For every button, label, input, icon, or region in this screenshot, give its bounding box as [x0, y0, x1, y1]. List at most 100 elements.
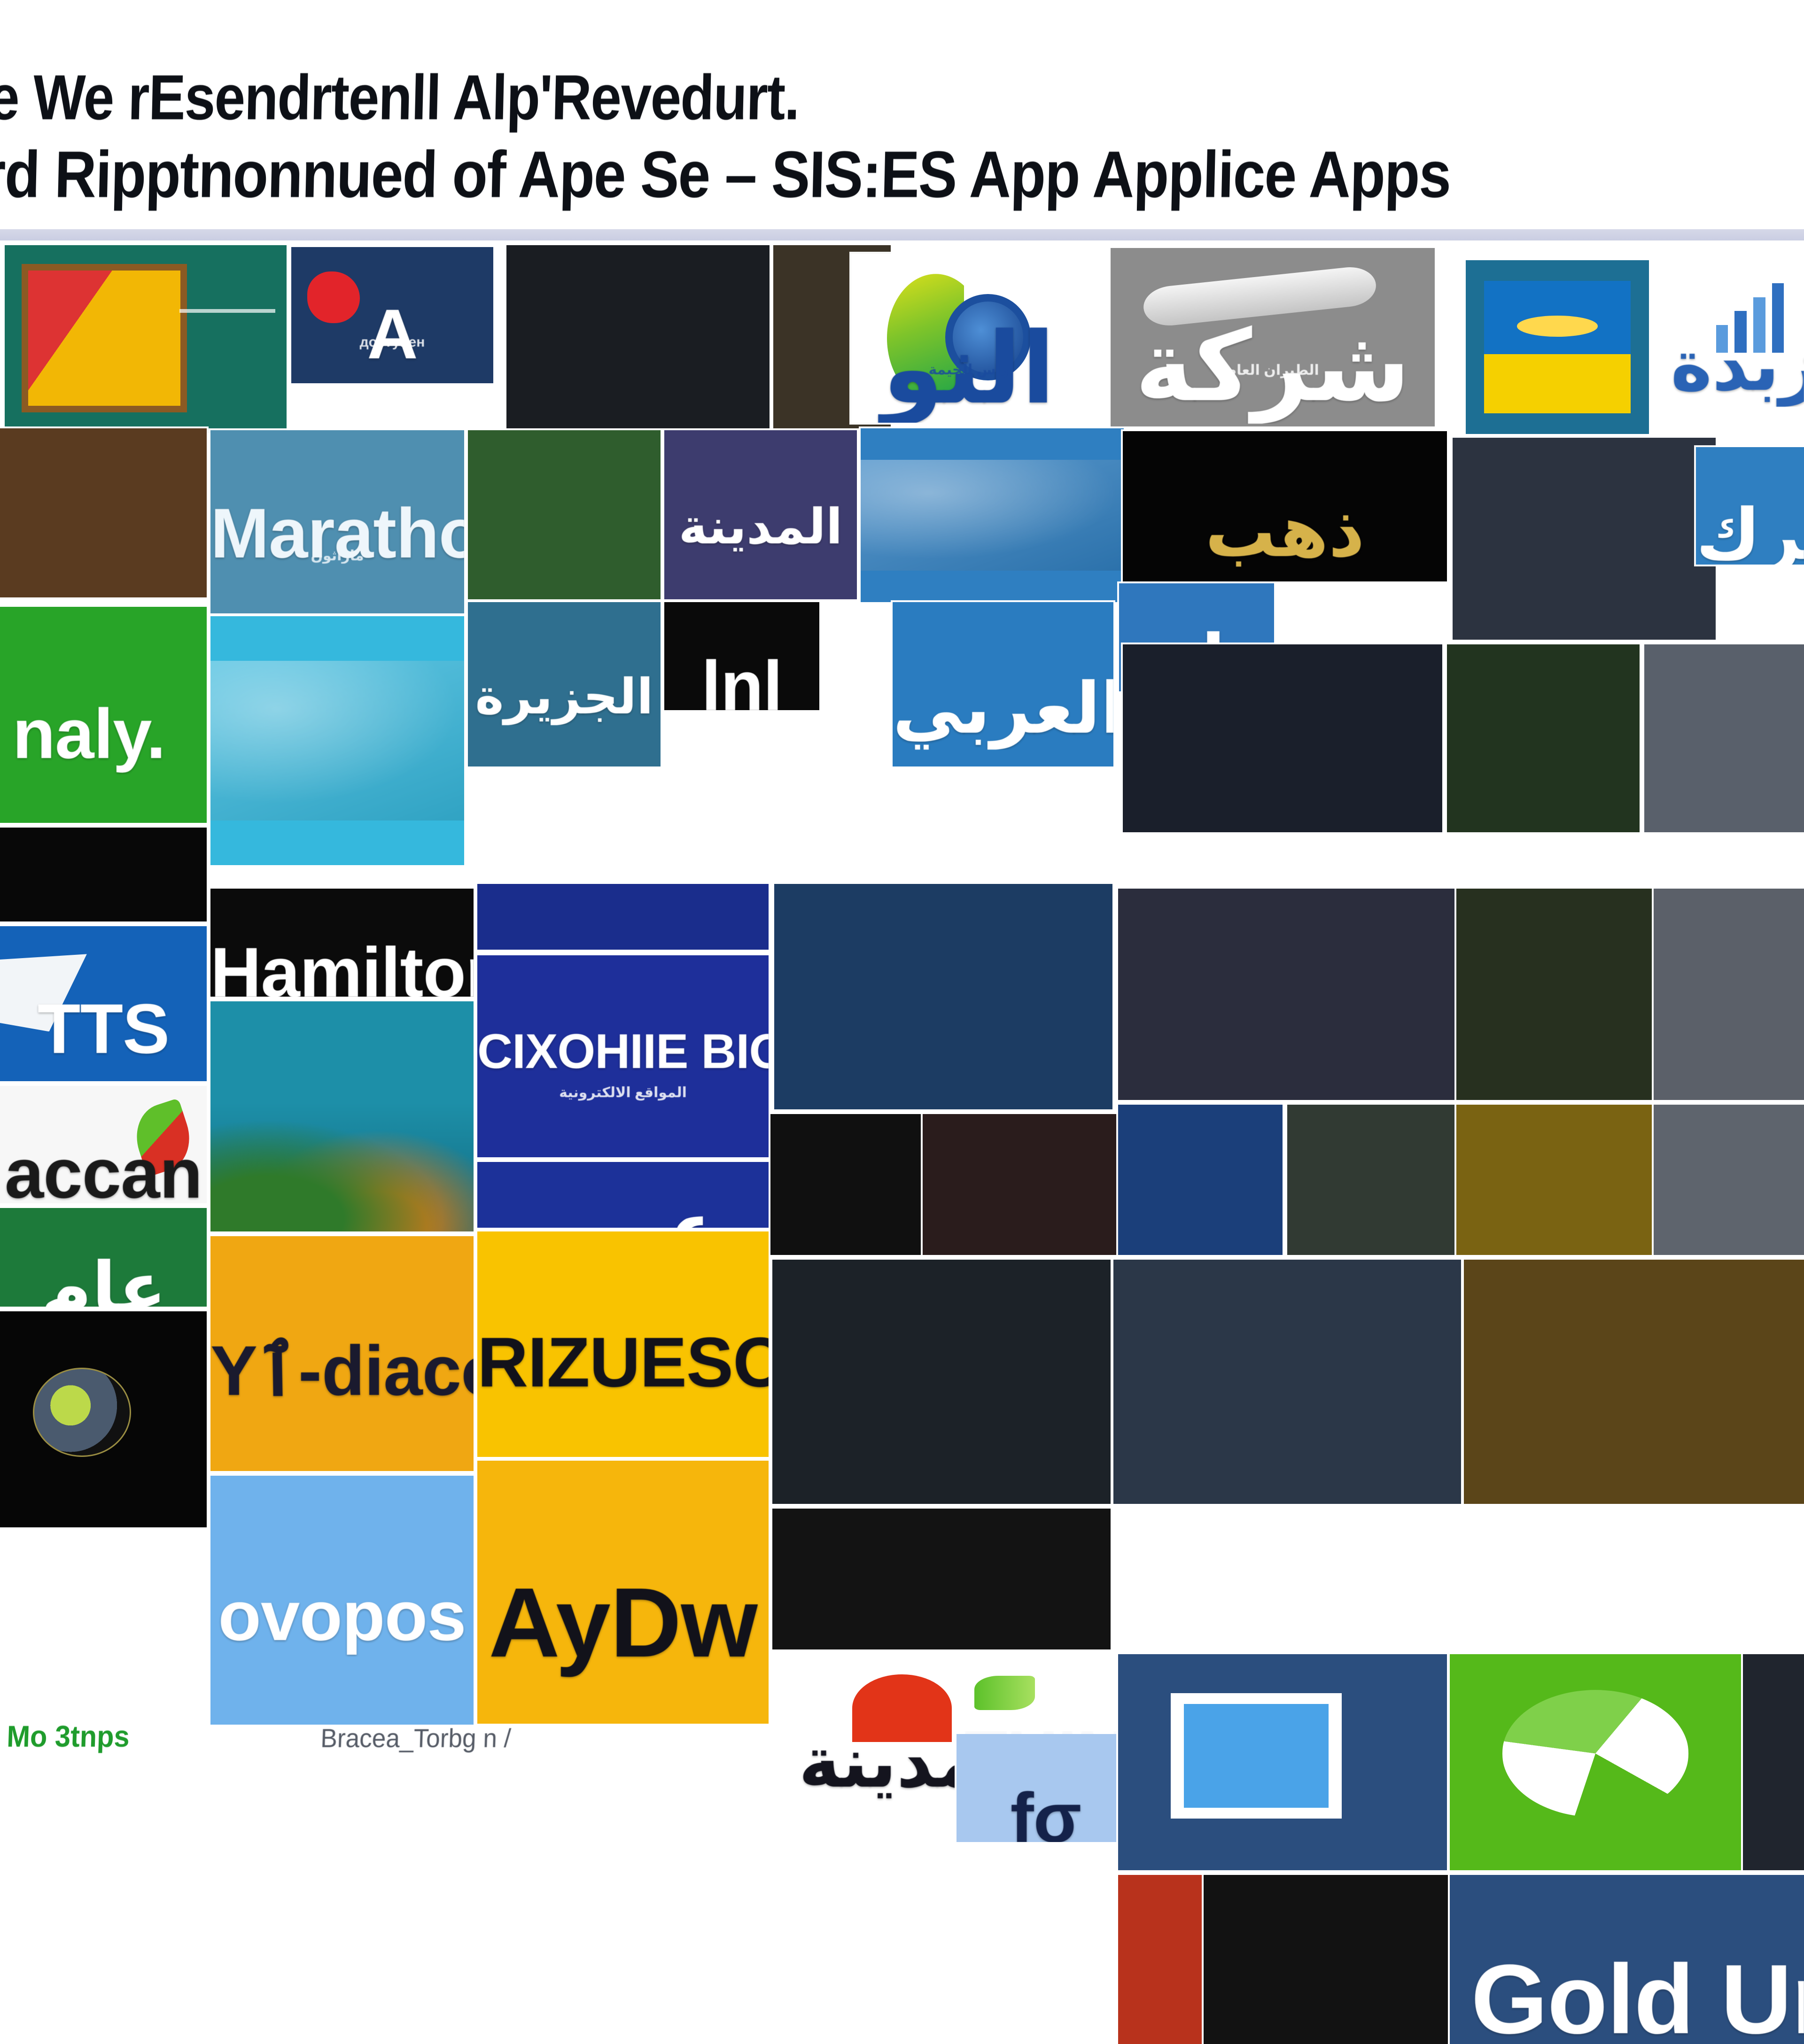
tile-label: TTS [37, 989, 170, 1068]
wave-icon [210, 661, 464, 821]
tile-rocks-photo[interactable] [1453, 438, 1716, 640]
picture-frame-icon [22, 264, 187, 412]
tile-machine-photo[interactable] [1287, 1105, 1456, 1255]
tile-label: شرك [1696, 495, 1804, 565]
tile-label: AyDᴡ [489, 1567, 758, 1678]
tile-swoosh-logo[interactable]: النو راس الخيمة [851, 254, 1086, 423]
tile-label: Hamilton [210, 933, 474, 997]
tile-scan-photo[interactable] [0, 1311, 207, 1527]
tile-taxi-photo[interactable] [506, 245, 770, 428]
tile-darkbar-card[interactable]: Hamilton [210, 889, 474, 997]
tile-yellowtruck-photo[interactable] [1456, 1105, 1654, 1255]
tile-fin-logo[interactable]: TTS [0, 926, 207, 1081]
tile-label: Yٱ-diaco [210, 1331, 474, 1410]
tile-cyan-card[interactable] [210, 616, 464, 865]
tile-interior-photo[interactable] [1654, 1105, 1804, 1255]
tile-sublabel: راس الخيمة [928, 362, 1009, 378]
tile-sublabel: ماراثون [311, 548, 364, 564]
tile-office-photo[interactable] [1644, 644, 1804, 832]
tile-label: lnl [701, 646, 783, 710]
tile-green-card[interactable]: عام [0, 1208, 207, 1307]
tile-wave-card[interactable] [861, 428, 1124, 602]
tile-shop-photo[interactable] [1654, 889, 1804, 1100]
tile-airplane-photo[interactable]: شركة الطيران العام [1111, 248, 1435, 426]
footer-center-note: Bracea_Torbg n / [320, 1723, 512, 1753]
tile-street-photo[interactable] [1113, 1260, 1461, 1504]
tile-forest-photo[interactable] [1447, 644, 1640, 832]
tile-caption [179, 309, 275, 313]
tile-marathon-card[interactable]: Marathonماراثون [210, 430, 464, 613]
tile-label: المدينة [678, 500, 843, 554]
tile-amber-card[interactable]: Yٱ-diaco [210, 1236, 474, 1471]
tile-label: العربي [893, 669, 1113, 748]
tile-rightblue-card[interactable]: شرك [1696, 447, 1804, 565]
tile-midblue-card[interactable]: العربي [893, 602, 1113, 766]
tile-label: fσ [1010, 1778, 1082, 1842]
tile-garden-photo[interactable] [468, 430, 661, 599]
tv-inner-icon [1184, 1703, 1329, 1808]
tile-collage-photo[interactable] [0, 428, 207, 597]
tile-graffiti-photo[interactable] [774, 884, 1112, 1109]
tile-label: عربي [477, 1188, 769, 1228]
tile-sublabel: доступен [359, 334, 425, 350]
tile-label: زبدة [1671, 326, 1804, 405]
tile-nightcity-photo[interactable] [1123, 644, 1442, 832]
page-root: e We rEsendrtenll Alp'Revedurt. rd Rippt… [0, 0, 1804, 2044]
app-tile-mosaic: Aдоступен النو راس الخيمة شركة الطيران العام… [0, 240, 1804, 2044]
tile-reef-photo[interactable] [210, 1001, 474, 1231]
tile-navy-card[interactable] [477, 884, 769, 950]
tile-graffiti-right[interactable] [1743, 1654, 1804, 1870]
tile-tv-logo[interactable] [1118, 1654, 1447, 1870]
tile-blackwide-photo[interactable] [770, 1114, 921, 1255]
yellow-boat-icon [1517, 316, 1598, 337]
tuin-leaf-icon [974, 1676, 1035, 1710]
tile-desert-photo[interactable] [1118, 889, 1456, 1100]
headline-line-2: rd Ripptnonnued of Ape Se – SIS:ES App A… [0, 137, 1452, 211]
tile-sky-card[interactable]: ovopos [210, 1476, 474, 1725]
tile-label: عام [40, 1248, 167, 1307]
tile-framed-poster[interactable] [5, 245, 287, 433]
tile-gold-text-card[interactable]: ذهب [1123, 431, 1447, 581]
tile-label: الجزيرة [475, 670, 654, 724]
tile-yellow-card-ayd[interactable]: AyDᴡ [477, 1461, 769, 1724]
tile-label: CIXOHIIE BIOMAE [477, 1024, 769, 1079]
tile-sublabel: الطيران العام [1226, 363, 1319, 379]
tile-label: naly. [12, 694, 166, 773]
tile-label: ovopos [218, 1576, 466, 1655]
ribbon-icon [1502, 1690, 1689, 1818]
wave-icon [861, 459, 1124, 571]
tile-city-photo[interactable]: المدينة [664, 430, 857, 599]
tile-yellow-card[interactable] [1466, 260, 1649, 434]
tile-accan-logo[interactable]: accan [0, 1086, 207, 1203]
tile-navy-title-card[interactable]: CIXOHIIE BIOMAE المواقع الالكترونية [477, 955, 769, 1157]
reef-icon [210, 1102, 474, 1231]
tile-label: RIZUESO [477, 1323, 769, 1401]
tile-sublabel: المواقع الالكترونية [559, 1085, 687, 1101]
tile-car-photo[interactable] [772, 1260, 1111, 1504]
tile-label: ذهب [1205, 492, 1365, 571]
tile-blackbar-card[interactable]: lnl [664, 602, 819, 710]
tile-ribbon-logo[interactable] [1450, 1654, 1741, 1870]
tile-redstrip-photo[interactable] [1118, 1875, 1203, 2044]
footer-left-note: Mo 3tnps [6, 1719, 130, 1753]
tile-island-photo[interactable]: الجزيرة [468, 602, 661, 766]
tile-blacktop-card[interactable] [0, 828, 207, 921]
yellow-card-bottom [1484, 354, 1631, 413]
tile-market-photo-b[interactable] [1464, 1260, 1804, 1504]
tile-kitchen-photo[interactable] [1204, 1875, 1448, 2044]
tile-ally-logo[interactable]: naly. [0, 607, 207, 823]
tile-label: accan [4, 1134, 202, 1203]
tile-gold-un-card[interactable]: Gold Un [1450, 1875, 1804, 2044]
tile-fo-logo[interactable]: fσ [956, 1734, 1135, 1842]
tile-bluegraff-photo[interactable] [1118, 1105, 1283, 1255]
ct-scan-icon [33, 1367, 131, 1457]
tile-bank-logo[interactable]: Aдоступен [291, 247, 493, 383]
tile-navy-footer-card[interactable]: عربي [477, 1162, 769, 1228]
tile-shelf-photo[interactable] [772, 1509, 1111, 1649]
tile-yellow-card-rizu[interactable]: RIZUESO [477, 1231, 769, 1457]
headline-block: e We rEsendrtenll Alp'Revedurt. rd Rippt… [0, 0, 1804, 235]
tile-label: Gold Un [1471, 1944, 1804, 2044]
headline-line-1: e We rEsendrtenll Alp'Revedurt. [0, 62, 800, 133]
tile-bar-logo[interactable]: زبدة [1671, 263, 1804, 418]
tile-cafe-photo[interactable] [1456, 889, 1654, 1100]
